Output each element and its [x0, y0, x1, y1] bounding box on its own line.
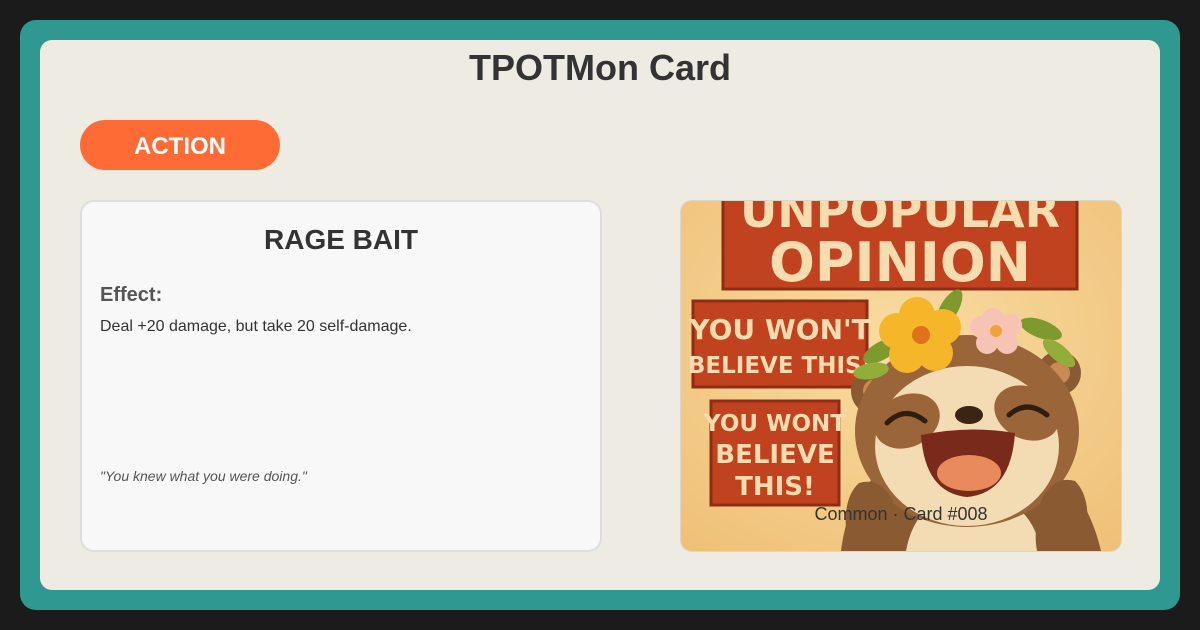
card-frame: TPOTMon Card ACTION RAGE BAIT Effect: De… — [20, 20, 1180, 610]
sign2-line2: BELIEVE — [715, 440, 834, 470]
artwork-illustration: UNPOPULAR OPINION YOU WON'T BELIEVE THIS… — [681, 201, 1121, 551]
card-info-panel: RAGE BAIT Effect: Deal +20 damage, but t… — [80, 200, 602, 552]
flavor-text: "You knew what you were doing." — [100, 468, 307, 484]
effect-label: Effect: — [100, 284, 163, 306]
sign2-line1: YOU WONT — [703, 411, 846, 437]
sign1-line2: BELIEVE THIS! — [688, 353, 872, 379]
page-title: TPOTMon Card — [469, 47, 731, 88]
card-rarity-footer: Common · Card #008 — [814, 504, 988, 524]
sign-you-wont-believe-2: YOU WONT BELIEVE THIS! — [703, 399, 846, 507]
sign2-line3: THIS! — [735, 472, 815, 502]
sign-you-wont-believe-1: YOU WON'T BELIEVE THIS! — [688, 299, 872, 389]
unpopular-opinion-banner: UNPOPULAR OPINION — [721, 201, 1079, 294]
card-name: RAGE BAIT — [264, 224, 418, 255]
sign1-line1: YOU WON'T — [688, 313, 870, 346]
banner-line2: OPINION — [769, 231, 1031, 294]
effect-text: Deal +20 damage, but take 20 self-damage… — [100, 318, 412, 335]
card-body: TPOTMon Card ACTION RAGE BAIT Effect: De… — [40, 40, 1160, 590]
card-artwork: UNPOPULAR OPINION YOU WON'T BELIEVE THIS… — [680, 200, 1122, 552]
card-type-badge: ACTION — [80, 120, 280, 170]
